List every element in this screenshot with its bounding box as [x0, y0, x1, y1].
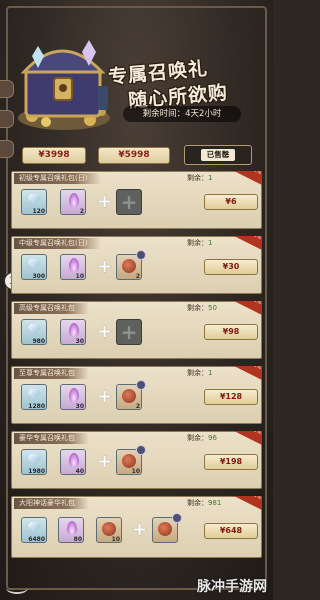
pack-header: 中级专属召唤礼包(日) 剩余：1 100% [12, 236, 262, 250]
discount-ribbon: 100% [234, 301, 262, 315]
diamond-item[interactable]: 980 [21, 319, 47, 345]
sold-out-label: 已售罄 [201, 149, 235, 161]
pack-remaining: 剩余：981 [187, 499, 222, 507]
discount-ribbon: 100% [234, 496, 262, 510]
buy-price-button[interactable]: ¥30 [204, 259, 258, 275]
discount-ribbon: 100% [234, 236, 262, 250]
pack-remaining: 剩余：50 [187, 304, 217, 312]
pack-header: 大阳神话豪华礼包 剩余：981 100% [12, 496, 262, 510]
pack-card-6: 大阳神话豪华礼包 剩余：981 100% 6480 80 10 + ¥648 [11, 496, 262, 558]
pack-card-3: 高级专属召唤礼包 剩余：50 100% 980 30 + ¥98 [11, 301, 262, 359]
watermark-logo-icon [6, 582, 28, 594]
summon-flame-item[interactable]: 80 [58, 517, 84, 543]
pack-name: 大阳神话豪华礼包 [14, 498, 89, 509]
pack-card-4: 至尊专属召唤礼包 剩余：1 100% 1280 30 + 2 ¥128 [11, 366, 262, 424]
summon-flame-item[interactable]: 2 [60, 189, 86, 215]
pack-header: 高级专属召唤礼包 剩余：50 100% [12, 301, 262, 315]
discount-ribbon: 100% [234, 431, 262, 445]
sold-out-button[interactable]: 已售罄 [184, 145, 252, 165]
hero-item[interactable]: 2 [116, 250, 146, 280]
pack-header: 至尊专属召唤礼包 剩余：1 100% [12, 366, 262, 380]
plus-icon: + [97, 321, 113, 342]
buy-price-button[interactable]: ¥198 [204, 454, 258, 470]
discount-ribbon: 100% [234, 171, 262, 185]
pack-header: 初级专属召唤礼包(日) 剩余：1 100% [12, 171, 262, 185]
buy-price-button[interactable]: ¥98 [204, 324, 258, 340]
buy-price-button[interactable]: ¥6 [204, 194, 258, 210]
diamond-icon [28, 522, 41, 533]
pack-name: 中级专属召唤礼包(日) [14, 238, 102, 249]
flame-icon [67, 521, 77, 535]
diamond-item[interactable]: 1980 [21, 449, 47, 475]
pack-remaining: 剩余：1 [187, 174, 213, 182]
watermark: 脉冲手游网 [197, 579, 267, 595]
diamond-item[interactable]: 1280 [21, 384, 47, 410]
summon-flame-item[interactable]: 30 [60, 319, 86, 345]
treasure-chest-icon [18, 40, 110, 130]
flame-icon [69, 193, 79, 207]
pack-card-5: 豪华专属召唤礼包 剩余：96 100% 1980 40 + 10 ¥198 [11, 431, 262, 489]
diamond-item[interactable]: 120 [21, 189, 47, 215]
side-tab-3[interactable] [0, 140, 14, 158]
empty-slot [116, 189, 142, 215]
flame-icon [69, 258, 79, 272]
diamond-icon [28, 324, 41, 335]
swirl-icon [172, 513, 182, 523]
pack-card-1: 初级专属召唤礼包(日) 剩余：1 100% 120 2 + ¥6 [11, 171, 262, 229]
plus-icon: + [97, 451, 113, 472]
price-option-5998[interactable]: ¥5998 [98, 147, 170, 164]
diamond-item[interactable]: 300 [21, 254, 47, 280]
pack-name: 豪华专属召唤礼包 [14, 433, 89, 444]
special-hero-item[interactable] [152, 513, 182, 543]
plus-icon: + [132, 519, 148, 540]
plus-icon: + [97, 256, 113, 277]
summon-flame-item[interactable]: 10 [60, 254, 86, 280]
swirl-icon [136, 380, 146, 390]
summon-flame-item[interactable]: 40 [60, 449, 86, 475]
pack-remaining: 剩余：1 [187, 239, 213, 247]
pack-card-2: 中级专属召唤礼包(日) 剩余：1 100% 300 10 + 2 ¥30 [11, 236, 262, 294]
pack-name: 初级专属召唤礼包(日) [14, 173, 102, 184]
diamond-icon [28, 259, 41, 270]
flame-icon [69, 388, 79, 402]
pack-remaining: 剩余：1 [187, 369, 213, 377]
price-option-3998[interactable]: ¥3998 [22, 147, 86, 164]
discount-ribbon: 100% [234, 366, 262, 380]
flame-icon [69, 453, 79, 467]
summon-flame-item[interactable]: 30 [60, 384, 86, 410]
plus-icon: + [97, 191, 113, 212]
hero-item[interactable]: 10 [96, 517, 122, 543]
pack-name: 高级专属召唤礼包 [14, 303, 89, 314]
flame-icon [69, 323, 79, 337]
diamond-icon [28, 389, 41, 400]
pack-remaining: 剩余：96 [187, 434, 217, 442]
diamond-icon [28, 454, 41, 465]
buy-price-button[interactable]: ¥648 [204, 523, 258, 539]
hero-item[interactable]: 2 [116, 380, 146, 410]
buy-price-button[interactable]: ¥128 [204, 389, 258, 405]
swirl-icon [136, 445, 146, 455]
hero-item[interactable]: 10 [116, 445, 146, 475]
diamond-icon [28, 194, 41, 205]
plus-icon: + [97, 386, 113, 407]
swirl-icon [136, 250, 146, 260]
pack-name: 至尊专属召唤礼包 [14, 368, 89, 379]
empty-slot [116, 319, 142, 345]
diamond-item[interactable]: 6480 [21, 517, 47, 543]
countdown-timer: 剩余时间：4天2小时 [123, 106, 241, 122]
pack-header: 豪华专属召唤礼包 剩余：96 100% [12, 431, 262, 445]
